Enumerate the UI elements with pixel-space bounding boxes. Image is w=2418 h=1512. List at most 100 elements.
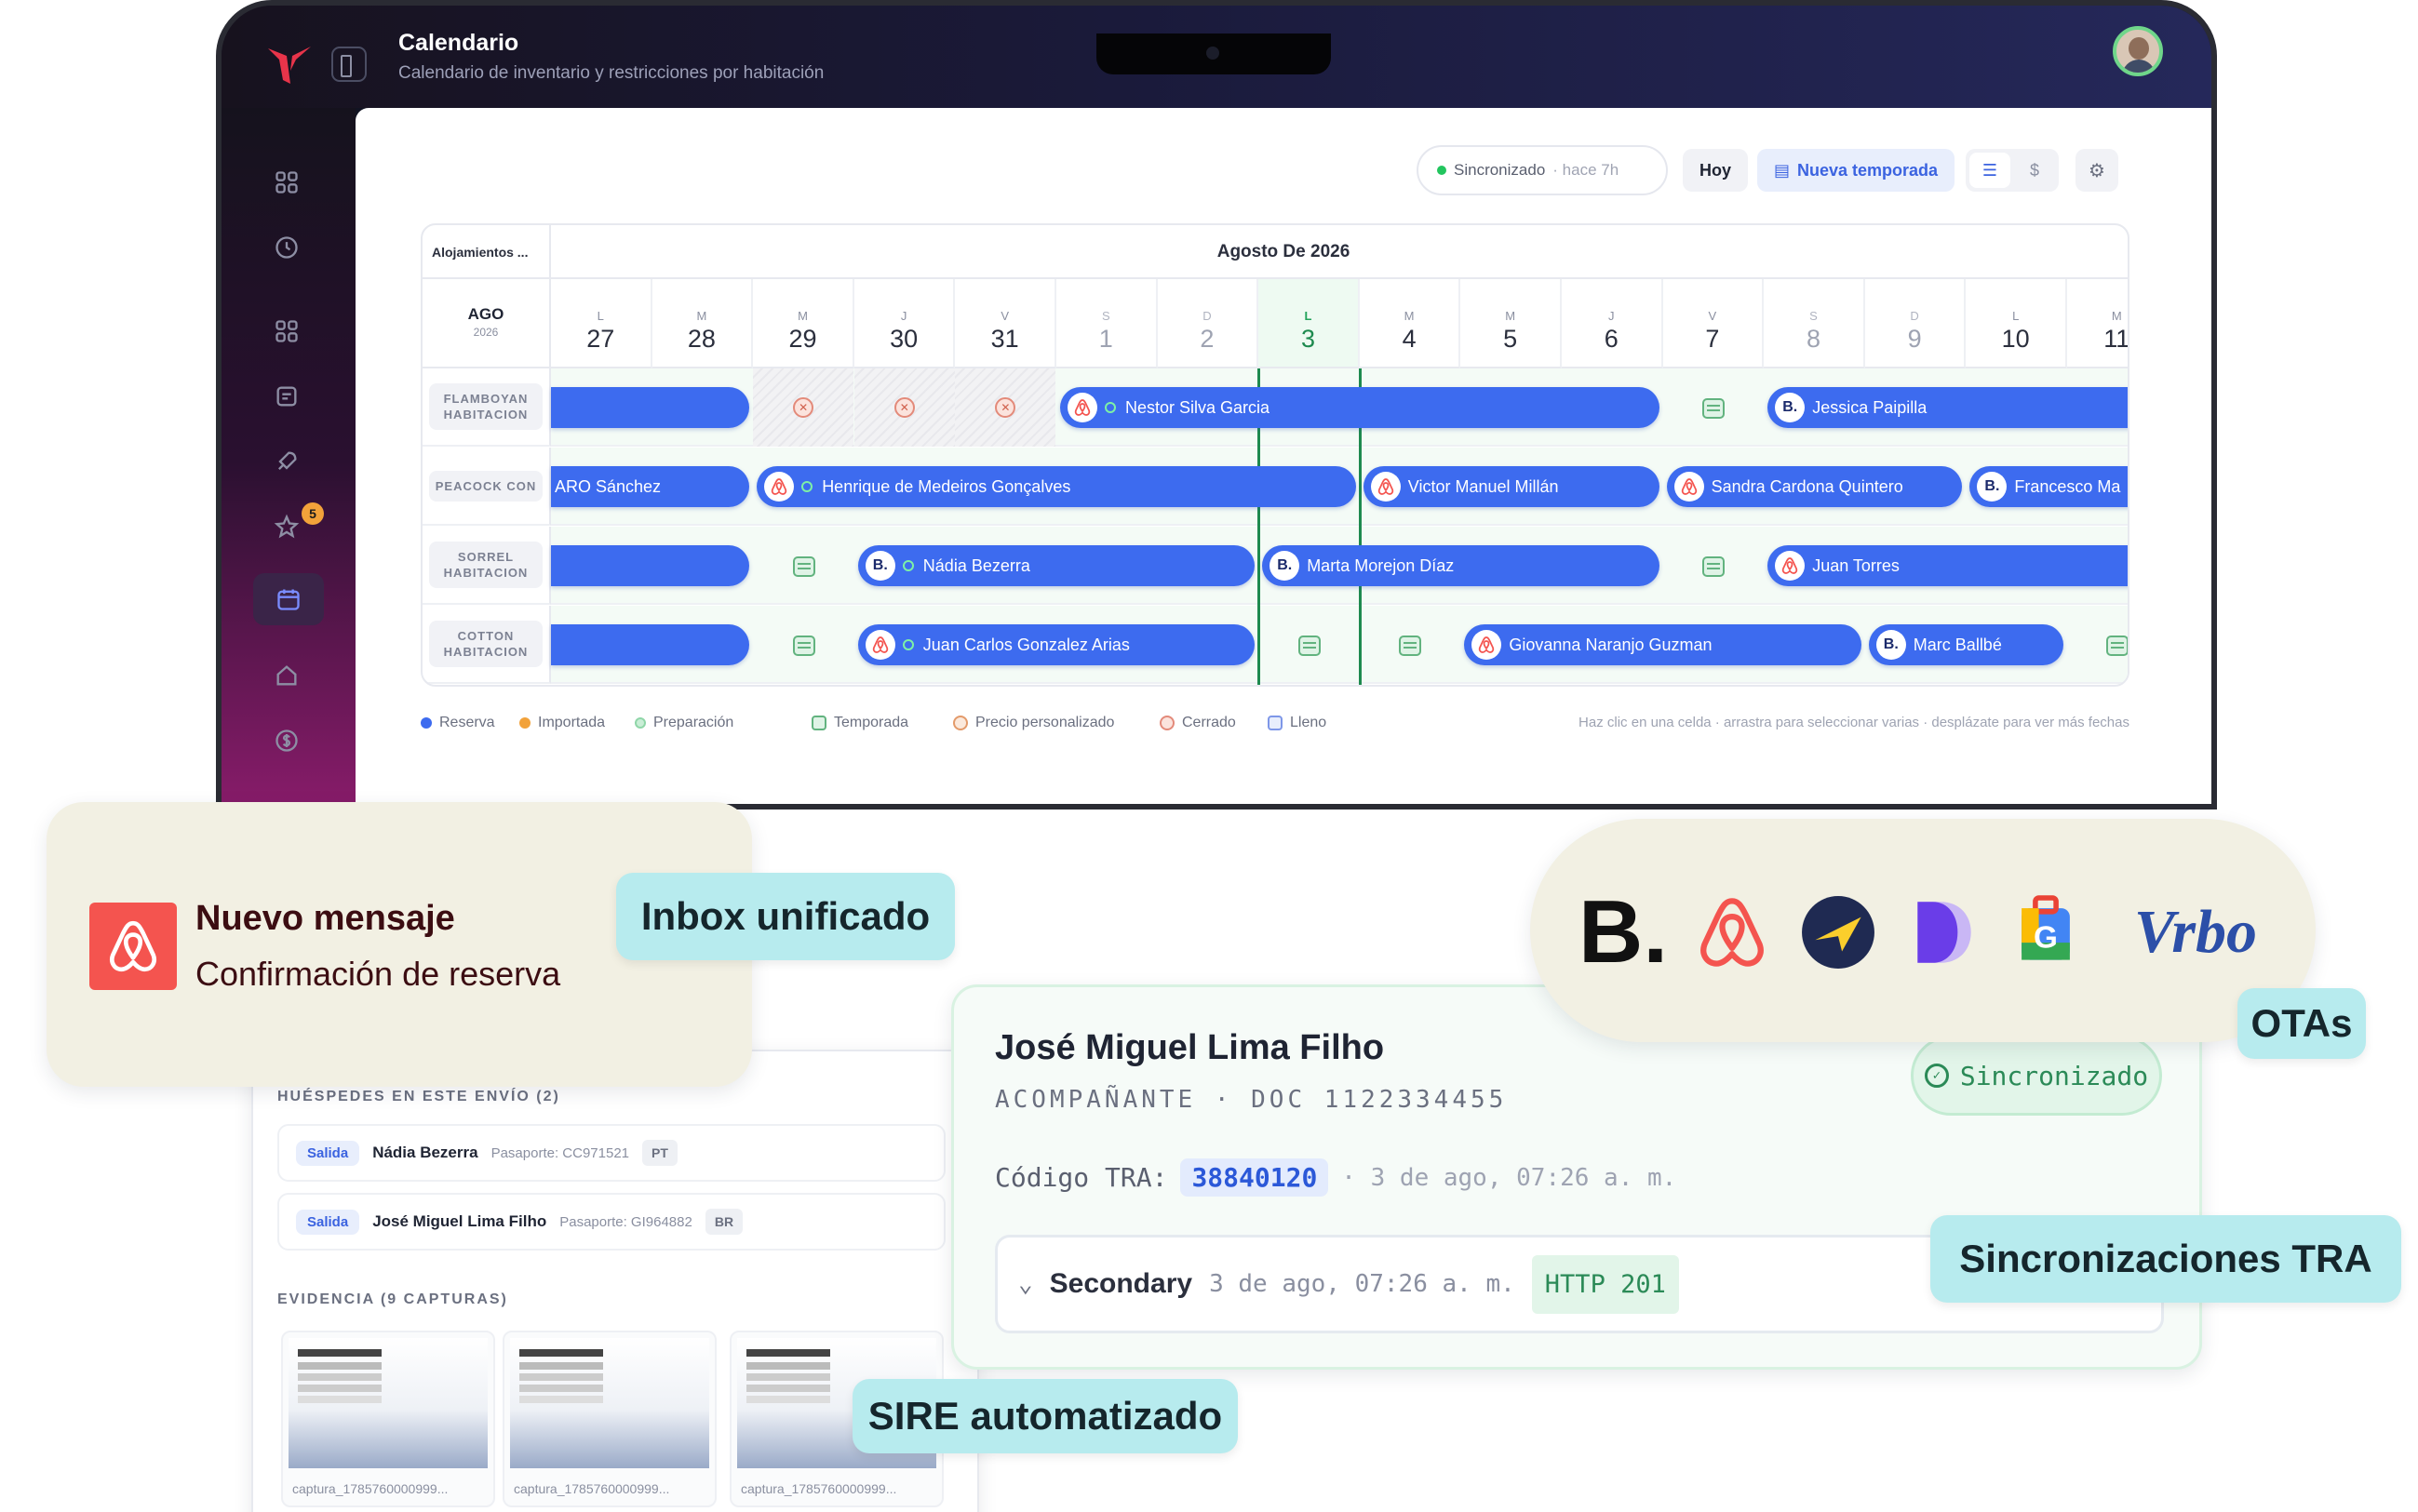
season-icon[interactable] xyxy=(2106,635,2128,656)
today-button[interactable]: Hoy xyxy=(1683,149,1749,192)
day-header[interactable]: L 10 xyxy=(1966,279,2067,368)
expedia-logo-icon xyxy=(1796,884,1880,981)
capture-thumbnail[interactable]: captura_1785760000999... xyxy=(503,1331,717,1507)
closed-cell[interactable]: ✕ xyxy=(853,368,955,447)
reservation-bar[interactable]: Nestor Silva Garcia xyxy=(1060,387,1659,428)
home-icon[interactable] xyxy=(270,659,303,692)
reservation-bar[interactable]: B. Francesco Ma xyxy=(1969,466,2128,507)
guest-passport: Pasaporte: CC971521 xyxy=(490,1144,630,1161)
legend-hint: Haz clic en una celda · arrastra para se… xyxy=(1578,715,2129,730)
rows-view-icon[interactable]: ☰ xyxy=(1969,153,2010,188)
day-header[interactable]: S8 xyxy=(1764,279,1865,368)
check-icon: ✓ xyxy=(1924,1064,1949,1088)
day-header[interactable]: M5 xyxy=(1460,279,1562,368)
rocket-icon[interactable] xyxy=(270,445,303,478)
day-header[interactable]: J6 xyxy=(1562,279,1663,368)
capture-thumbnail[interactable]: captura_1785760000999... xyxy=(281,1331,495,1507)
reservation-bar[interactable]: B. Nádia Bezerra xyxy=(857,545,1256,586)
grid-icon[interactable] xyxy=(270,314,303,348)
star-icon[interactable] xyxy=(270,510,303,543)
status-dot-icon xyxy=(1437,166,1446,175)
closed-icon: ✕ xyxy=(995,397,1016,418)
reservation-bar[interactable] xyxy=(551,387,750,428)
avatar[interactable] xyxy=(2113,26,2163,76)
calendar-page: Sincronizado · hace 7h Hoy ▤ Nueva tempo… xyxy=(356,108,2211,804)
dashboard-icon[interactable] xyxy=(270,166,303,199)
unit-name: PEACOCK CON xyxy=(429,470,543,502)
season-icon[interactable] xyxy=(1297,635,1321,656)
day-header[interactable]: M 11 xyxy=(2067,279,2128,368)
closed-icon: ✕ xyxy=(893,397,915,418)
airbnb-icon xyxy=(89,903,177,990)
season-icon[interactable] xyxy=(792,635,815,656)
day-number: 8 xyxy=(1806,325,1820,353)
weekday-label: V xyxy=(1708,309,1717,323)
season-icon[interactable] xyxy=(1399,635,1422,656)
weekday-label: M xyxy=(1404,309,1415,323)
airbnb-icon xyxy=(764,472,795,502)
weekday-label: M xyxy=(696,309,707,323)
new-season-label: Nueva temporada xyxy=(1797,160,1939,180)
day-header[interactable]: D9 xyxy=(1864,279,1967,368)
tra-chip: Sincronizaciones TRA xyxy=(1930,1215,2401,1303)
calendar-icon[interactable] xyxy=(253,573,324,625)
clock-icon[interactable] xyxy=(270,231,303,264)
reservation-bar[interactable]: Sandra Cardona Quintero xyxy=(1666,466,1963,507)
closed-cell[interactable]: ✕ xyxy=(753,368,854,447)
reservation-bar[interactable]: B. Marc Ballbé xyxy=(1868,624,2063,665)
day-header[interactable]: D2 xyxy=(1157,279,1259,368)
reservation-bar[interactable]: Victor Manuel Millán xyxy=(1363,466,1659,507)
reservation-bar[interactable]: B. Jessica Paipilla xyxy=(1767,387,2128,428)
reservation-bar[interactable]: ARO Sánchez xyxy=(551,466,750,507)
guest-name: Nestor Silva Garcia xyxy=(1125,397,1270,417)
guest-name: Juan Carlos Gonzalez Arias xyxy=(922,635,1130,654)
reservation-bar[interactable]: Juan Torres xyxy=(1767,545,2128,586)
weekday-label: M xyxy=(798,309,808,323)
ota-logos-card: B. G Vrbo xyxy=(1530,819,2316,1042)
day-header[interactable]: L3 xyxy=(1258,279,1360,368)
day-header[interactable]: M4 xyxy=(1359,279,1461,368)
reservation-bar[interactable]: Giovanna Naranjo Guzman xyxy=(1464,624,1861,665)
airbnb-icon xyxy=(865,630,895,660)
sync-status-badge: ✓ Sincronizado xyxy=(1911,1036,2162,1116)
guest-row[interactable]: Salida José Miguel Lima Filho Pasaporte:… xyxy=(277,1193,946,1251)
season-icon[interactable] xyxy=(792,555,815,577)
calendar-grid: Alojamientos ... Agosto De 2026 AGO 2026… xyxy=(421,223,2129,687)
day-header[interactable]: V 31 xyxy=(955,279,1056,368)
new-season-button[interactable]: ▤ Nueva temporada xyxy=(1757,149,1955,192)
prep-status-icon xyxy=(801,481,813,492)
booking-icon: B. xyxy=(865,551,895,581)
price-view-icon[interactable]: $ xyxy=(2014,153,2055,188)
sync-status: Sincronizado · hace 7h xyxy=(1417,145,1668,195)
gear-icon[interactable]: ⚙ xyxy=(2075,149,2118,192)
day-header[interactable]: S1 xyxy=(1056,279,1158,368)
airbnb-icon xyxy=(1775,551,1806,581)
airbnb-icon xyxy=(1673,472,1704,502)
season-icon[interactable] xyxy=(1701,555,1725,577)
season-icon[interactable] xyxy=(1701,397,1725,419)
reservation-bar[interactable] xyxy=(551,545,750,586)
day-header[interactable]: M 29 xyxy=(753,279,854,368)
closed-cell[interactable]: ✕ xyxy=(955,368,1056,447)
prep-status-icon xyxy=(902,639,914,650)
sidebar-toggle-button[interactable] xyxy=(331,47,367,82)
guest-name: Nádia Bezerra xyxy=(922,555,1030,575)
reservation-bar[interactable]: Henrique de Medeiros Gonçalves xyxy=(757,466,1356,507)
guest-row[interactable]: Salida Nádia Bezerra Pasaporte: CC971521… xyxy=(277,1124,946,1182)
day-header[interactable]: V7 xyxy=(1662,279,1765,368)
day-header[interactable]: L 27 xyxy=(551,279,652,368)
reservation-bar[interactable]: B. Marta Morejon Díaz xyxy=(1262,545,1659,586)
day-header[interactable]: J 30 xyxy=(853,279,956,368)
day-number: 27 xyxy=(586,325,615,353)
document-icon[interactable] xyxy=(270,380,303,413)
corner-month: AGO xyxy=(467,305,504,323)
message-body: Confirmación de reserva xyxy=(195,955,561,993)
dollar-icon[interactable] xyxy=(270,724,303,757)
guest-name: Victor Manuel Millán xyxy=(1407,476,1559,496)
status-badge: Salida xyxy=(296,1140,360,1166)
reservation-bar[interactable]: Juan Carlos Gonzalez Arias xyxy=(857,624,1256,665)
reservation-bar[interactable] xyxy=(551,624,750,665)
day-header[interactable]: M 28 xyxy=(652,279,754,368)
accommodations-dropdown[interactable]: Alojamientos ... xyxy=(423,225,551,279)
sire-chip: SIRE automatizado xyxy=(853,1379,1238,1453)
